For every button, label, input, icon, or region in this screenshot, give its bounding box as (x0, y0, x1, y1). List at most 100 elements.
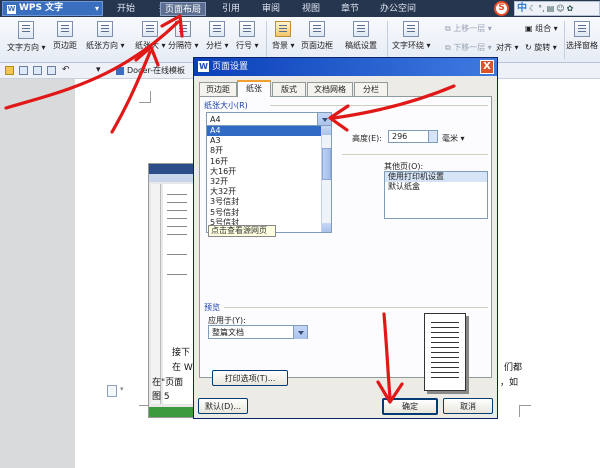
moon-icon[interactable]: ☾ (529, 4, 536, 13)
preview-icon[interactable] (47, 66, 56, 75)
list-item[interactable]: A4 (207, 126, 331, 137)
keyboard-icon[interactable]: ▤ (547, 4, 555, 13)
tab-layout[interactable]: 版式 (272, 82, 306, 96)
list-scrollbar[interactable] (321, 126, 331, 232)
list-item[interactable]: A3 (207, 136, 331, 146)
ribbon-divider (564, 21, 565, 59)
system-tray: S 中 ☾ °, ▤ ☺ ✿ (490, 0, 600, 17)
list-item[interactable]: 大32开 (207, 187, 331, 197)
list-item[interactable]: 大16开 (207, 167, 331, 177)
height-input[interactable]: 296 (388, 130, 438, 143)
list-item[interactable]: 32开 (207, 177, 331, 187)
list-item[interactable]: 8开 (207, 146, 331, 156)
text-direction-icon (18, 21, 35, 39)
line-numbers-button[interactable]: 行号 ▾ (236, 21, 259, 51)
height-unit-select[interactable]: 毫米 ▾ (442, 133, 465, 144)
rotate-button[interactable]: ↻ 旋转 ▾ (525, 42, 557, 53)
chevron-down-icon: ▾ (94, 4, 99, 13)
list-item[interactable]: 16开 (207, 157, 331, 167)
margins-icon (57, 21, 73, 37)
default-button[interactable]: 默认(D)... (198, 398, 248, 414)
selection-pane-button[interactable]: 选择窗格 (566, 21, 598, 51)
paper-size-section-label: 纸张大小(R) (204, 101, 248, 110)
paper-source-list[interactable]: 使用打印机设置 默认纸盒 (384, 171, 488, 219)
ribbon-divider (387, 21, 388, 59)
ok-button[interactable]: 确定 (382, 398, 438, 415)
margins-button[interactable]: 页边距 (53, 21, 77, 51)
open-folder-icon[interactable] (5, 66, 14, 75)
punctuation-icon[interactable]: °, (538, 4, 545, 13)
ribbon-divider (266, 21, 267, 59)
dropdown-arrow-icon[interactable] (293, 326, 307, 339)
preview-section-label: 预览 (204, 303, 220, 312)
menu-start[interactable]: 开始 (117, 3, 135, 15)
paper-size-button[interactable]: 纸张大 ▾ (135, 21, 166, 51)
paper-size-list[interactable]: A4 A3 8开 16开 大16开 32开 大32开 3号信封 5号信封 5号信… (206, 125, 332, 233)
page-corner-mark (519, 405, 531, 417)
tab-columns[interactable]: 分栏 (354, 82, 388, 96)
selection-pane-icon (574, 21, 590, 37)
app-name: WPS 文字 (19, 3, 64, 13)
manuscript-settings-button[interactable]: 稿纸设置 (345, 21, 377, 51)
wps-logo-icon: W (198, 61, 209, 72)
tab-margins[interactable]: 页边距 (199, 82, 237, 96)
chevron-down-icon[interactable]: ▾ (120, 385, 124, 393)
spin-arrows-icon[interactable] (428, 131, 437, 142)
page-border-icon (309, 21, 325, 37)
group-button[interactable]: ▣ 组合 ▾ (525, 23, 558, 34)
paste-options-icon[interactable] (107, 385, 117, 397)
list-item[interactable]: 使用打印机设置 (385, 172, 487, 183)
list-item[interactable]: 5号信封 (207, 208, 331, 218)
document-line: 图 5 (152, 392, 170, 402)
scroll-down-icon[interactable] (322, 223, 331, 232)
ime-toolbar[interactable]: 中 ☾ °, ▤ ☺ ✿ (514, 1, 600, 16)
scroll-thumb[interactable] (322, 148, 331, 180)
dialog-title: 页面设置 (212, 62, 249, 72)
user-icon[interactable]: ☺ (556, 4, 564, 13)
menu-review[interactable]: 审阅 (262, 3, 280, 15)
app-menu-button[interactable]: W WPS 文字 ▾ (2, 1, 103, 16)
orientation-icon (97, 21, 114, 37)
breaks-button[interactable]: 分隔符 ▾ (168, 21, 199, 51)
section-divider (342, 154, 488, 155)
ime-mode-label[interactable]: 中 (517, 3, 527, 14)
list-item[interactable]: 3号信封 (207, 197, 331, 207)
tab-document-grid[interactable]: 文档网格 (307, 82, 353, 96)
text-direction-button[interactable]: 文字方向 ▾ (7, 21, 46, 53)
menu-page-layout[interactable]: 页面布局 (160, 2, 207, 16)
columns-button[interactable]: 分栏 ▾ (206, 21, 229, 51)
height-label: 高度(E): (352, 134, 382, 143)
sogou-input-icon[interactable]: S (494, 1, 509, 16)
bring-forward-button[interactable]: ⧉ 上移一层 ▾ (445, 23, 492, 34)
menu-chapter[interactable]: 章节 (341, 3, 359, 15)
paper-size-icon (142, 21, 159, 37)
columns-icon (209, 21, 226, 37)
document-tab[interactable]: Docer-在线模板 (115, 65, 185, 77)
skin-icon[interactable]: ✿ (567, 4, 574, 13)
page-border-button[interactable]: 页面边框 (301, 21, 333, 51)
undo-icon[interactable]: ↶ (62, 65, 70, 75)
print-options-button[interactable]: 打印选项(T)... (212, 370, 288, 386)
print-icon[interactable] (33, 66, 42, 75)
page-preview (424, 313, 466, 391)
menu-office-space[interactable]: 办公空间 (380, 3, 416, 15)
align-button[interactable]: 对齐 ▾ (496, 42, 519, 53)
background-button[interactable]: 背景 ▾ (272, 21, 295, 51)
save-icon[interactable] (19, 66, 28, 75)
menu-view[interactable]: 视图 (302, 3, 320, 15)
wps-logo-icon: W (7, 5, 16, 14)
dialog-title-bar[interactable]: W 页面设置 X (194, 58, 497, 76)
cancel-button[interactable]: 取消 (443, 398, 493, 414)
text-wrap-button[interactable]: 文字环绕 ▾ (392, 21, 431, 51)
send-backward-button[interactable]: ⧉ 下移一层 ▾ (445, 42, 492, 53)
document-line: ，如 (500, 378, 519, 388)
tab-paper[interactable]: 纸张 (237, 80, 271, 97)
list-item[interactable]: 默认纸盒 (385, 182, 487, 192)
apply-to-select[interactable]: 整篇文档 (208, 325, 308, 339)
menu-references[interactable]: 引用 (222, 3, 240, 15)
section-divider (270, 105, 488, 106)
orientation-button[interactable]: 纸张方向 ▾ (86, 21, 125, 51)
scroll-up-icon[interactable] (322, 126, 331, 135)
close-button[interactable]: X (480, 60, 494, 74)
quick-access-caret-icon[interactable]: ▾ (96, 65, 101, 75)
